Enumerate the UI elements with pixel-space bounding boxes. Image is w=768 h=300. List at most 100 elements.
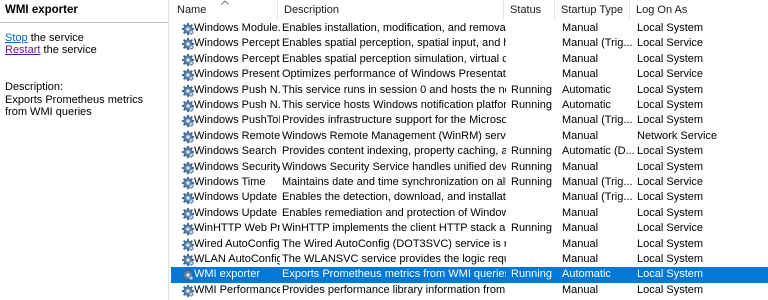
service-name: Windows PushToI...: [177, 113, 280, 128]
stop-action: Stop the service: [5, 32, 84, 44]
table-row[interactable]: WMI Performance... Provides performance …: [171, 283, 768, 298]
gear-icon: [181, 192, 195, 205]
service-detail-panel: WMI exporter Stop the service Restart th…: [0, 0, 168, 300]
table-row[interactable]: Windows Percepti... Enables spatial perc…: [171, 36, 768, 51]
table-row[interactable]: Windows Push N... This service hosts Win…: [171, 98, 768, 113]
service-logon: Local Service: [637, 37, 704, 50]
gear-icon: [181, 238, 195, 251]
service-startup-type: Manual (Trig...: [562, 176, 633, 188]
service-name: Windows Percepti...: [177, 36, 280, 51]
table-row[interactable]: Wired AutoConfig The Wired AutoConfig (D…: [171, 237, 768, 252]
service-startup-type: Automatic: [562, 83, 611, 96]
service-logon: Local System: [637, 52, 704, 65]
table-row[interactable]: Windows Update ... Enables remediation a…: [171, 206, 768, 221]
service-logon: Local System: [637, 145, 704, 158]
service-logon: Local Service: [637, 68, 704, 81]
gear-icon: [181, 253, 195, 267]
gear-icon: [181, 22, 195, 36]
service-description: WinHTTP implements the client HTTP stack…: [282, 222, 506, 235]
restart-link[interactable]: Restart: [5, 44, 40, 56]
table-row[interactable]: Windows Update Enables the detection, do…: [171, 190, 768, 205]
service-name: Windows Time: [177, 175, 280, 190]
service-description: Enables the detection, download, and ins…: [282, 191, 506, 204]
service-name: Windows Search: [177, 144, 280, 159]
table-row[interactable]: Windows PushToI... Provides infrastructu…: [171, 113, 768, 128]
service-description: Provides performance library information…: [282, 283, 506, 296]
table-row[interactable]: WinHTTP Web Pr... WinHTTP implements the…: [171, 221, 768, 236]
gear-icon: [181, 207, 195, 220]
table-row[interactable]: WLAN AutoConfig The WLANSVC service prov…: [171, 252, 768, 267]
service-description: Enables installation, modification, and …: [282, 22, 506, 34]
service-logon: Local System: [637, 268, 704, 281]
description-text: Exports Prometheus metrics from WMI quer…: [5, 93, 144, 119]
service-name: Windows Present...: [177, 67, 280, 82]
gear-icon: [181, 269, 195, 282]
pane-separator[interactable]: [168, 0, 169, 300]
service-name: Windows Module...: [177, 21, 280, 36]
service-status: [511, 129, 561, 144]
service-startup-type: Manual: [562, 22, 599, 34]
column-header-startup-type[interactable]: Startup Type: [555, 0, 630, 20]
gear-icon: [181, 176, 195, 190]
gear-icon: [181, 146, 195, 159]
table-row[interactable]: Windows Time Maintains date and time syn…: [171, 175, 768, 190]
service-startup-type: Manual: [562, 52, 599, 65]
service-status: [511, 67, 561, 82]
table-row[interactable]: Windows Push N... This service runs in s…: [171, 83, 768, 98]
table-row[interactable]: Windows Module... Enables installation, …: [171, 21, 768, 36]
service-startup-type: Manual: [562, 129, 599, 142]
service-startup-type: Manual: [562, 68, 599, 81]
table-row[interactable]: Windows Remote ... Windows Remote Manage…: [171, 129, 768, 144]
gear-icon: [181, 99, 195, 113]
stop-link[interactable]: Stop: [5, 32, 28, 44]
service-logon: Local System: [637, 191, 704, 204]
service-name: WMI Performance...: [177, 283, 280, 298]
column-header-status[interactable]: Status: [504, 0, 555, 20]
service-description: This service hosts Windows notification …: [282, 99, 506, 111]
table-row[interactable]: Windows Search Provides content indexing…: [171, 144, 768, 159]
service-logon: Local System: [637, 22, 704, 34]
restart-suffix: the service: [40, 44, 97, 56]
service-description: Enables remediation and protection of Wi…: [282, 206, 506, 219]
service-startup-type: Manual (Trig...: [562, 37, 633, 50]
sort-ascending-icon: [221, 0, 229, 5]
service-status: Running: [511, 268, 552, 281]
table-row[interactable]: Windows Security... Windows Security Ser…: [171, 160, 768, 175]
description-label: Description:: [5, 81, 64, 93]
service-logon: Local System: [637, 114, 704, 127]
gear-icon: [181, 130, 195, 143]
gear-icon: [181, 69, 195, 82]
service-description: Exports Prometheus metrics from WMI quer…: [282, 268, 506, 281]
service-status: [511, 190, 561, 205]
service-status: Running: [511, 160, 552, 173]
service-logon: Local System: [637, 83, 704, 96]
gear-icon: [181, 53, 195, 66]
service-status: [511, 113, 561, 128]
service-description: Windows Remote Management (WinRM) servic…: [282, 129, 506, 142]
service-name: WMI exporter: [177, 267, 280, 282]
service-description: Enables spatial perception simulation, v…: [282, 52, 506, 65]
service-logon: Local Service: [637, 176, 704, 188]
service-description: The WLANSVC service provides the logic r…: [282, 253, 506, 265]
service-logon: Local System: [637, 160, 704, 173]
service-startup-type: Automatic: [562, 99, 611, 111]
service-description: Maintains date and time synchronization …: [282, 176, 506, 188]
service-startup-type: Manual: [562, 283, 599, 296]
service-status: [511, 52, 561, 67]
service-description: The Wired AutoConfig (DOT3SVC) service i…: [282, 237, 506, 250]
service-logon: Local System: [637, 237, 704, 250]
service-status: Running: [511, 176, 552, 188]
table-row[interactable]: Windows Percepti... Enables spatial perc…: [171, 52, 768, 67]
service-startup-type: Manual (Trig...: [562, 191, 633, 204]
service-startup-type: Manual: [562, 206, 599, 219]
table-row[interactable]: Windows Present... Optimizes performance…: [171, 67, 768, 82]
column-header-description[interactable]: Description: [278, 0, 504, 20]
service-status: Running: [511, 83, 552, 96]
table-row-selected[interactable]: WMI exporter Exports Prometheus metrics …: [171, 267, 768, 283]
service-startup-type: Manual: [562, 160, 599, 173]
column-header-log-on-as[interactable]: Log On As: [630, 0, 768, 20]
service-status: Running: [511, 222, 552, 235]
service-name: Windows Remote ...: [177, 129, 280, 144]
service-logon: Local System: [637, 253, 704, 265]
gear-icon: [181, 284, 195, 297]
